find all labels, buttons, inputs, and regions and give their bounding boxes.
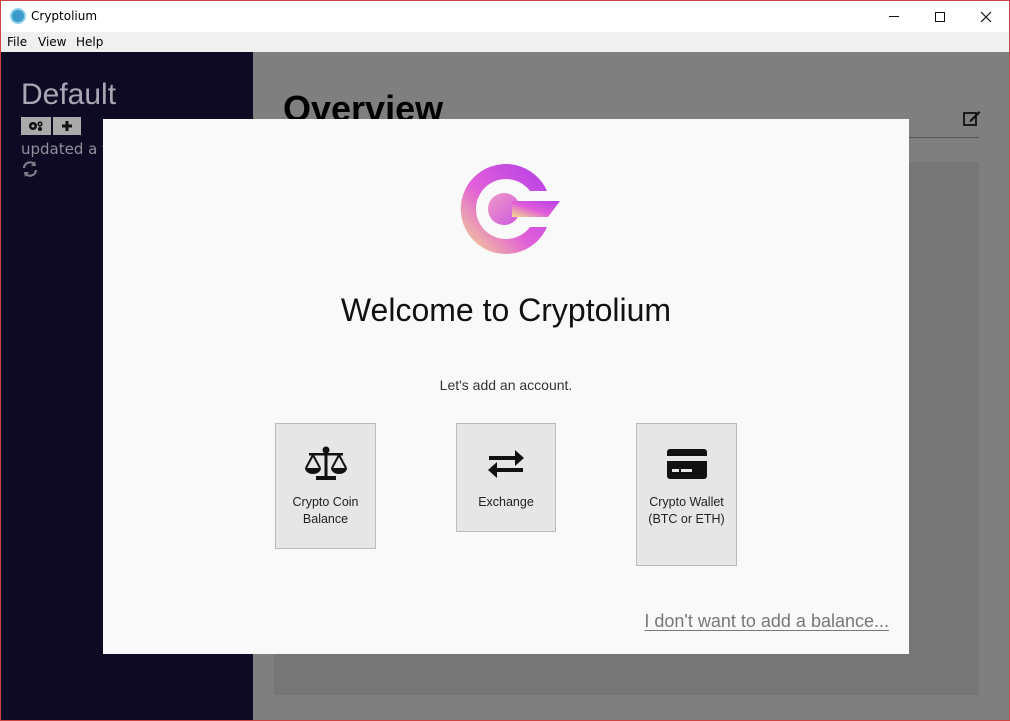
- option-label: Exchange: [478, 495, 534, 509]
- app-window: Cryptolium File View Help Default update…: [0, 0, 1010, 721]
- maximize-icon: [935, 11, 945, 22]
- skip-balance-link[interactable]: I don't want to add a balance...: [644, 611, 889, 632]
- edit-icon[interactable]: [963, 109, 981, 132]
- settings-button[interactable]: [21, 117, 51, 135]
- exchange-arrows-icon: [487, 444, 525, 484]
- cryptolium-logo: [460, 164, 560, 254]
- option-label: Crypto Coin Balance: [292, 495, 359, 526]
- close-icon: [980, 11, 992, 22]
- profile-name: Default: [21, 78, 117, 111]
- profile-actions: [21, 117, 81, 135]
- option-label: Crypto Wallet (BTC or ETH): [648, 495, 725, 526]
- minimize-icon: [889, 16, 899, 17]
- welcome-heading: Welcome to Cryptolium: [340, 292, 672, 328]
- menu-help[interactable]: Help: [76, 35, 103, 49]
- exchange-option[interactable]: Exchange: [456, 423, 556, 532]
- balance-scale-icon: [304, 444, 348, 484]
- refresh-icon[interactable]: [21, 160, 39, 183]
- menu-file[interactable]: File: [7, 35, 27, 49]
- cryptolium-app-icon: [10, 8, 26, 24]
- crypto-wallet-option[interactable]: Crypto Wallet (BTC or ETH): [636, 423, 737, 566]
- gears-icon: [29, 121, 43, 131]
- close-button[interactable]: [963, 1, 1009, 32]
- credit-card-icon: [666, 444, 708, 484]
- updated-status: updated a f: [21, 140, 108, 158]
- maximize-button[interactable]: [917, 1, 963, 32]
- welcome-dialog: Welcome to Cryptolium Let's add an accou…: [103, 119, 909, 654]
- minimize-button[interactable]: [871, 1, 917, 32]
- menu-bar: File View Help: [1, 32, 1009, 52]
- plus-icon: [62, 121, 72, 131]
- crypto-coin-balance-option[interactable]: Crypto Coin Balance: [275, 423, 376, 549]
- welcome-subtitle: Let's add an account.: [439, 377, 573, 393]
- title-bar[interactable]: Cryptolium: [1, 1, 1009, 32]
- window-title: Cryptolium: [31, 9, 98, 23]
- menu-view[interactable]: View: [38, 35, 66, 49]
- add-button[interactable]: [53, 117, 81, 135]
